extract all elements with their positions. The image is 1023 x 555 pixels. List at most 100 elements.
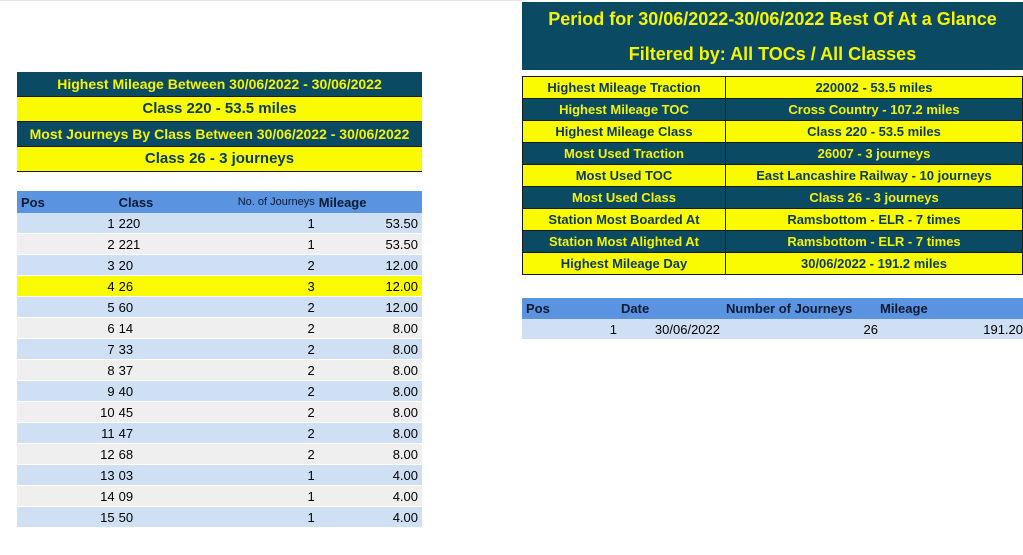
glance-label[interactable]: Highest Mileage Day [522,252,726,275]
row-mileage[interactable]: 53.50 [318,213,422,234]
row-journeys[interactable]: 2 [206,254,319,276]
day-row-pos[interactable]: 1 [522,319,621,339]
row-pos[interactable]: 14 [17,485,119,507]
row-journeys[interactable]: 2 [206,380,319,402]
glance-value[interactable]: Ramsbottom - ELR - 7 times [725,230,1023,253]
row-class[interactable]: 50 [118,506,207,528]
row-mileage[interactable]: 12.00 [318,275,422,297]
glance-label[interactable]: Station Most Alighted At [522,230,726,253]
row-class[interactable]: 47 [118,422,207,444]
row-class[interactable]: 60 [118,296,207,318]
mileage-heading[interactable]: Highest Mileage Between 30/06/2022 - 30/… [17,72,422,97]
row-journeys[interactable]: 1 [206,213,319,234]
day-row-mileage[interactable]: 191.20 [880,319,1023,339]
row-class[interactable]: 221 [118,233,207,255]
row-pos[interactable]: 9 [17,380,119,402]
row-class[interactable]: 20 [118,254,207,276]
row-mileage[interactable]: 8.00 [318,317,422,339]
row-pos[interactable]: 13 [17,464,119,486]
day-header-mileage[interactable]: Mileage [880,298,1023,319]
glance-value[interactable]: Cross Country - 107.2 miles [725,98,1023,121]
day-header-date[interactable]: Date [621,298,726,319]
header-mileage[interactable]: Mileage [318,191,422,213]
glance-row: Station Most Alighted At Ramsbottom - ELR… [522,230,1023,253]
glance-label[interactable]: Most Used Class [522,186,726,209]
glance-value[interactable]: Ramsbottom - ELR - 7 times [725,208,1023,231]
row-journeys[interactable]: 2 [206,338,319,360]
row-mileage[interactable]: 8.00 [318,380,422,402]
header-journeys[interactable]: No. of Journeys [206,191,319,213]
row-journeys[interactable]: 1 [206,233,319,255]
day-row-date[interactable]: 30/06/2022 [621,319,726,339]
row-class[interactable]: 45 [118,401,207,423]
row-mileage[interactable]: 4.00 [318,464,422,486]
row-journeys[interactable]: 2 [206,401,319,423]
day-header-pos[interactable]: Pos [522,298,621,319]
row-mileage[interactable]: 4.00 [318,506,422,528]
row-pos[interactable]: 10 [17,401,119,423]
glance-value[interactable]: 26007 - 3 journeys [725,142,1023,165]
row-journeys[interactable]: 1 [206,464,319,486]
row-mileage[interactable]: 12.00 [318,296,422,318]
row-pos[interactable]: 1 [17,213,119,234]
row-journeys[interactable]: 2 [206,296,319,318]
row-journeys[interactable]: 2 [206,359,319,381]
row-journeys[interactable]: 2 [206,443,319,465]
row-pos[interactable]: 11 [17,422,119,444]
glance-value[interactable]: Class 220 - 53.5 miles [725,120,1023,143]
row-journeys[interactable]: 1 [206,506,319,528]
glance-value[interactable]: East Lancashire Railway - 10 journeys [725,164,1023,187]
row-journeys[interactable]: 3 [206,275,319,297]
row-pos[interactable]: 7 [17,338,119,360]
glance-value[interactable]: 220002 - 53.5 miles [725,76,1023,99]
row-mileage[interactable]: 4.00 [318,485,422,507]
row-pos[interactable]: 6 [17,317,119,339]
row-class[interactable]: 40 [118,380,207,402]
row-pos[interactable]: 4 [17,275,119,297]
row-class[interactable]: 26 [118,275,207,297]
row-journeys[interactable]: 2 [206,422,319,444]
glance-value[interactable]: Class 26 - 3 journeys [725,186,1023,209]
row-pos[interactable]: 3 [17,254,119,276]
row-journeys[interactable]: 1 [206,485,319,507]
row-mileage[interactable]: 8.00 [318,443,422,465]
row-mileage[interactable]: 12.00 [318,254,422,276]
glance-value[interactable]: 30/06/2022 - 191.2 miles [725,252,1023,275]
table-row: 4 26 3 12.00 [17,275,422,297]
row-mileage[interactable]: 8.00 [318,401,422,423]
glance-label[interactable]: Highest Mileage TOC [522,98,726,121]
row-class[interactable]: 220 [118,213,207,234]
row-class[interactable]: 33 [118,338,207,360]
row-journeys[interactable]: 2 [206,317,319,339]
class-table: Pos Class No. of Journeys Mileage 1 220 1 5… [17,191,422,528]
day-header-journeys[interactable]: Number of Journeys [726,298,880,319]
glance-label[interactable]: Highest Mileage Traction [522,76,726,99]
row-class[interactable]: 37 [118,359,207,381]
header-class[interactable]: Class [118,191,207,213]
row-pos[interactable]: 12 [17,443,119,465]
row-mileage[interactable]: 53.50 [318,233,422,255]
header-pos[interactable]: Pos [17,191,119,213]
row-class[interactable]: 09 [118,485,207,507]
row-pos[interactable]: 15 [17,506,119,528]
glance-label[interactable]: Most Used TOC [522,164,726,187]
journeys-value[interactable]: Class 26 - 3 journeys [17,147,422,172]
row-class[interactable]: 14 [118,317,207,339]
glance-label[interactable]: Station Most Boarded At [522,208,726,231]
journeys-heading[interactable]: Most Journeys By Class Between 30/06/202… [17,122,422,147]
row-pos[interactable]: 2 [17,233,119,255]
table-row: 5 60 2 12.00 [17,296,422,318]
row-mileage[interactable]: 8.00 [318,422,422,444]
glance-label[interactable]: Most Used Traction [522,142,726,165]
row-pos[interactable]: 8 [17,359,119,381]
row-mileage[interactable]: 8.00 [318,338,422,360]
glance-title[interactable]: Period for 30/06/2022-30/06/2022 Best Of… [522,2,1023,30]
day-row-journeys[interactable]: 26 [726,319,880,339]
row-pos[interactable]: 5 [17,296,119,318]
mileage-value[interactable]: Class 220 - 53.5 miles [17,97,422,122]
row-class[interactable]: 03 [118,464,207,486]
glance-label[interactable]: Highest Mileage Class [522,120,726,143]
row-mileage[interactable]: 8.00 [318,359,422,381]
row-class[interactable]: 68 [118,443,207,465]
glance-filter[interactable]: Filtered by: All TOCs / All Classes [522,30,1023,65]
